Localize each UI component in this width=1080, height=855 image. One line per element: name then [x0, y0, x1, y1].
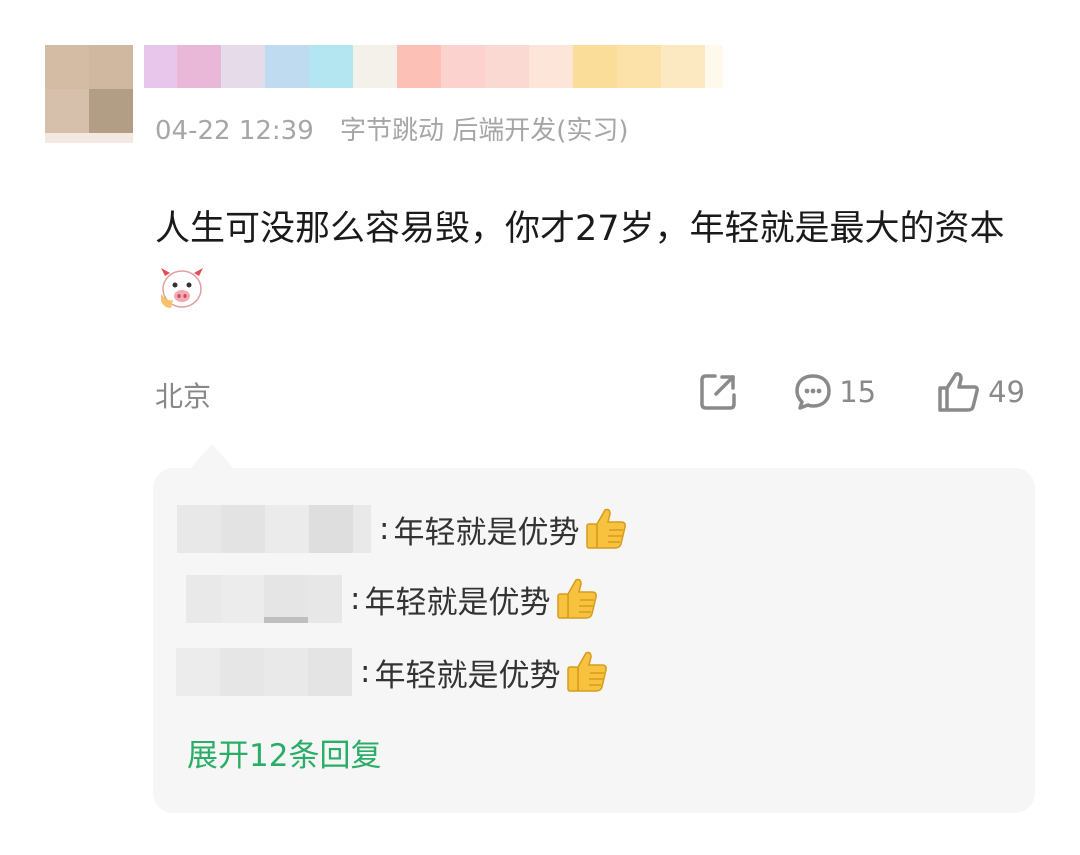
post-meta: 04-22 12:39 字节跳动 后端开发(实习) — [155, 110, 629, 147]
blur-block — [441, 45, 485, 88]
post-text: 人生可没那么容易毁，你才27岁，年轻就是最大的资本 — [155, 209, 1005, 249]
username-blurred[interactable] — [144, 45, 723, 88]
blur-block — [485, 45, 529, 88]
cow-emoji-icon — [161, 268, 203, 308]
reply-item[interactable]: : 年轻就是优势 — [186, 575, 600, 623]
reply-author-blurred[interactable] — [176, 648, 352, 696]
timestamp: 04-22 12:39 — [155, 116, 314, 146]
post-actions: 15 49 — [698, 370, 1025, 414]
blur-block — [265, 45, 309, 88]
blur-block — [144, 45, 177, 88]
location: 北京 — [155, 380, 212, 413]
thumbs-up-emoji-icon — [557, 578, 598, 619]
comment-count: 15 — [839, 375, 877, 409]
reply-text: 年轻就是优势 — [364, 584, 551, 621]
blur-block — [705, 45, 723, 88]
author-info: 字节跳动 后端开发(实习) — [340, 116, 629, 146]
blur-block — [177, 45, 221, 88]
reply-colon: : — [379, 511, 390, 547]
thumbs-up-outline-icon — [938, 372, 980, 412]
avatar-pixel — [45, 89, 89, 133]
avatar-pixel — [89, 89, 133, 133]
avatar-pixel — [89, 45, 133, 89]
reply-colon: : — [350, 581, 361, 617]
blur-block — [661, 45, 705, 88]
thumbs-up-emoji-icon — [586, 508, 627, 549]
avatar-pixel — [45, 133, 133, 143]
reply-colon: : — [360, 654, 371, 690]
reply-text: 年轻就是优势 — [374, 657, 561, 694]
blur-block — [353, 45, 397, 88]
blur-block — [309, 45, 353, 88]
reply-box-pointer — [190, 444, 234, 469]
avatar[interactable] — [45, 45, 133, 143]
post-content: 人生可没那么容易毁，你才27岁，年轻就是最大的资本 — [155, 198, 1035, 322]
blur-block — [529, 45, 573, 88]
reply-item[interactable]: : 年轻就是优势 — [177, 505, 629, 553]
blur-block — [221, 45, 265, 88]
like-count: 49 — [988, 375, 1025, 409]
blur-block — [573, 45, 617, 88]
blur-block — [397, 45, 441, 88]
avatar-pixel — [45, 45, 89, 89]
reply-author-blurred[interactable] — [177, 505, 371, 553]
reply-item[interactable]: : 年轻就是优势 — [176, 648, 610, 696]
share-icon — [700, 374, 736, 410]
reply-author-blurred[interactable] — [186, 575, 342, 623]
reply-text: 年轻就是优势 — [393, 514, 580, 551]
comment-button[interactable]: 15 — [793, 372, 876, 412]
comment-bubble-icon — [795, 374, 831, 410]
blur-block — [617, 45, 661, 88]
thumbs-up-emoji-icon — [567, 651, 608, 692]
share-button[interactable] — [698, 372, 738, 412]
expand-replies-link[interactable]: 展开12条回复 — [187, 730, 381, 775]
like-button[interactable]: 49 — [936, 370, 1025, 414]
